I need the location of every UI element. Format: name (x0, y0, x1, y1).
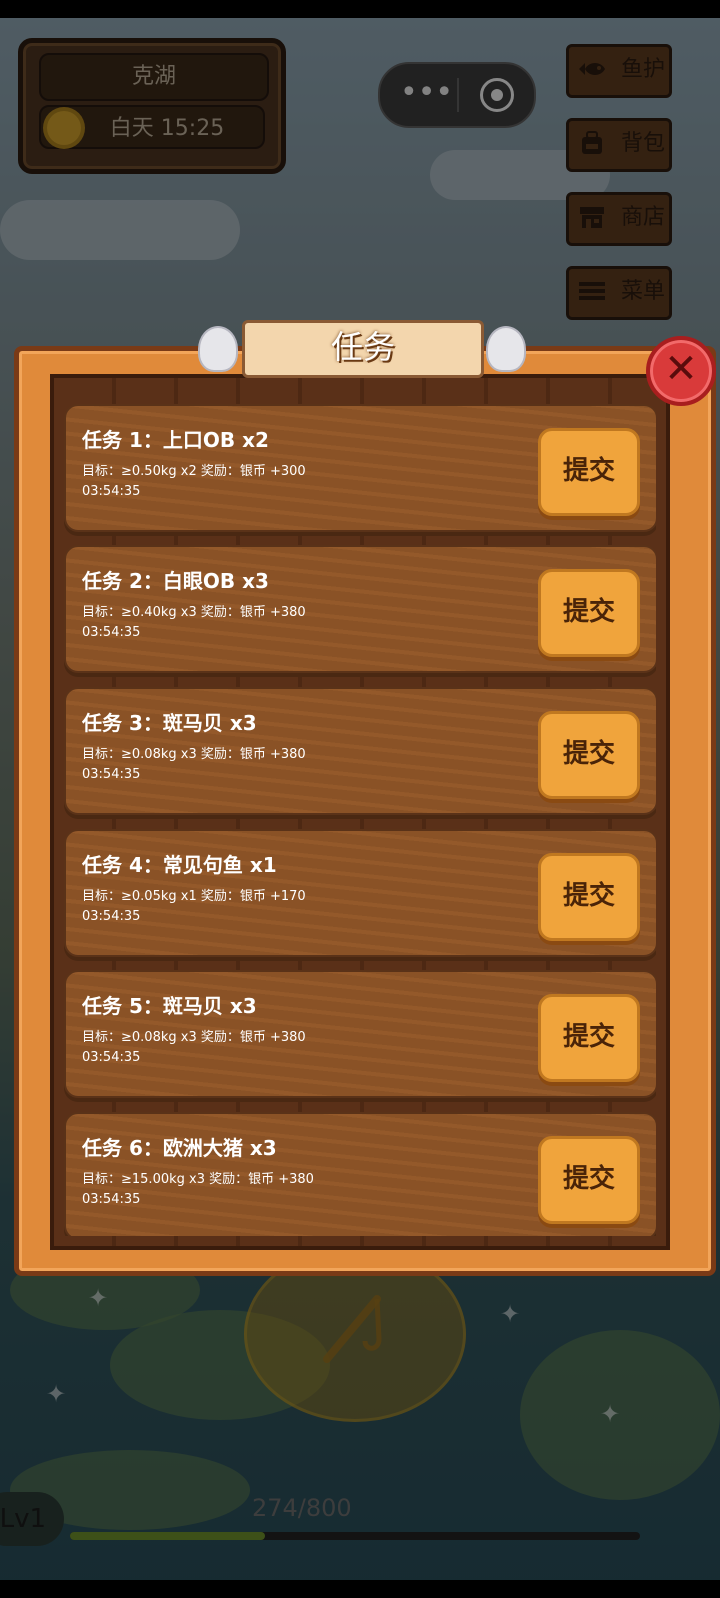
task-title: 任务 1：上口OB x2 (82, 428, 269, 452)
submit-button[interactable]: 提交 (538, 569, 640, 657)
task-timer: 03:54:35 (82, 909, 141, 924)
task-card: 任务 1：上口OB x2 目标：≥0.50kg x2 奖励：银币 +300 03… (64, 404, 656, 532)
task-detail: 目标：≥0.08kg x3 奖励：银币 +380 (82, 1030, 306, 1045)
task-timer: 03:54:35 (82, 625, 141, 640)
task-title: 任务 6：欧洲大猪 x3 (82, 1136, 277, 1160)
submit-button[interactable]: 提交 (538, 994, 640, 1082)
task-card: 任务 4：常见句鱼 x1 目标：≥0.05kg x1 奖励：银币 +170 03… (64, 829, 656, 957)
task-title: 任务 5：斑马贝 x3 (82, 994, 257, 1018)
task-title: 任务 2：白眼OB x3 (82, 569, 269, 593)
task-card: 任务 2：白眼OB x3 目标：≥0.40kg x3 奖励：银币 +380 03… (64, 545, 656, 673)
task-title: 任务 3：斑马贝 x3 (82, 711, 257, 735)
task-detail: 目标：≥0.50kg x2 奖励：银币 +300 (82, 464, 306, 479)
task-title: 任务 4：常见句鱼 x1 (82, 853, 277, 877)
task-detail: 目标：≥0.40kg x3 奖励：银币 +380 (82, 605, 306, 620)
close-button[interactable]: ✕ (646, 336, 716, 406)
status-bar (0, 0, 720, 18)
submit-button[interactable]: 提交 (538, 853, 640, 941)
task-timer: 03:54:35 (82, 1192, 141, 1207)
task-detail: 目标：≥0.08kg x3 奖励：银币 +380 (82, 747, 306, 762)
shell-icon (486, 326, 526, 372)
close-x-icon: ✕ (664, 346, 698, 392)
task-timer: 03:54:35 (82, 767, 141, 782)
task-card: 任务 6：欧洲大猪 x3 目标：≥15.00kg x3 奖励：银币 +380 0… (64, 1112, 656, 1236)
dialog-title: 任务 (242, 320, 484, 378)
task-detail: 目标：≥15.00kg x3 奖励：银币 +380 (82, 1172, 314, 1187)
submit-button[interactable]: 提交 (538, 1136, 640, 1224)
task-timer: 03:54:35 (82, 484, 141, 499)
task-card: 任务 5：斑马贝 x3 目标：≥0.08kg x3 奖励：银币 +380 03:… (64, 970, 656, 1098)
submit-button[interactable]: 提交 (538, 711, 640, 799)
task-list[interactable]: 任务 1：上口OB x2 目标：≥0.50kg x2 奖励：银币 +300 03… (64, 400, 656, 1236)
shell-icon (198, 326, 238, 372)
bottom-bar (0, 1580, 720, 1598)
task-card: 任务 3：斑马贝 x3 目标：≥0.08kg x3 奖励：银币 +380 03:… (64, 687, 656, 815)
submit-button[interactable]: 提交 (538, 428, 640, 516)
task-detail: 目标：≥0.05kg x1 奖励：银币 +170 (82, 889, 306, 904)
task-timer: 03:54:35 (82, 1050, 141, 1065)
